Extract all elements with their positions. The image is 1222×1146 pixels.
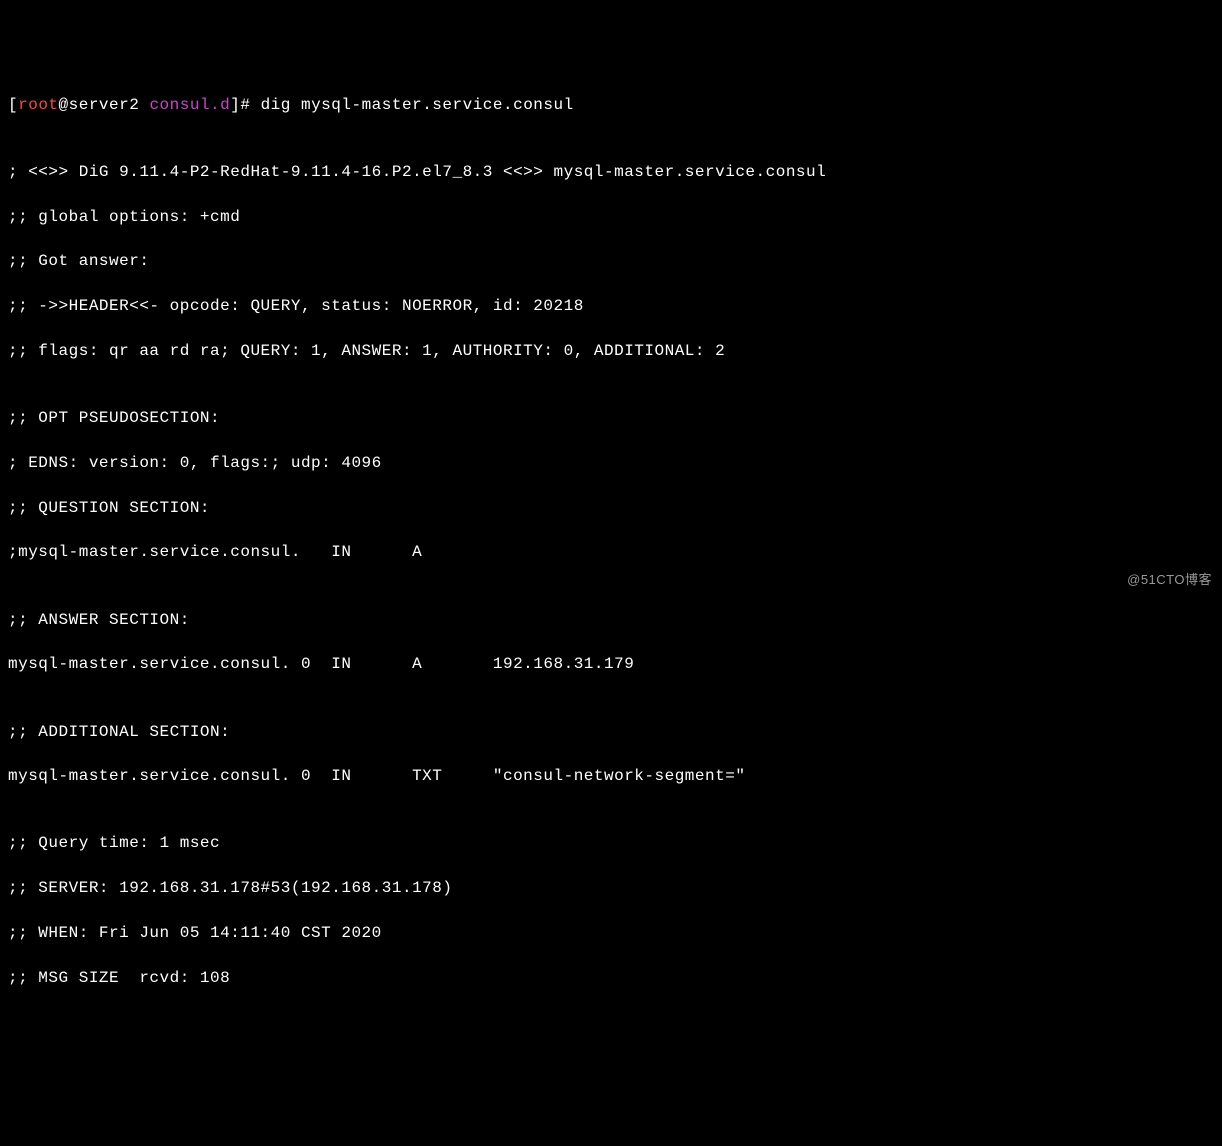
- prompt-open-bracket: [: [8, 96, 18, 114]
- answer-section-header: ;; ANSWER SECTION:: [8, 609, 1214, 631]
- prompt-close-bracket: ]#: [230, 96, 260, 114]
- additional-section-header: ;; ADDITIONAL SECTION:: [8, 721, 1214, 743]
- query-time: ;; Query time: 1 msec: [8, 832, 1214, 854]
- terminal-output: [root@server2 consul.d]# dig mysql-maste…: [8, 94, 1214, 990]
- flags-line: ;; flags: qr aa rd ra; QUERY: 1, ANSWER:…: [8, 340, 1214, 362]
- global-options: ;; global options: +cmd: [8, 206, 1214, 228]
- prompt-host: @server2: [59, 96, 150, 114]
- question-record: ;mysql-master.service.consul. IN A: [8, 541, 1214, 563]
- msg-size: ;; MSG SIZE rcvd: 108: [8, 967, 1214, 989]
- opt-section-header: ;; OPT PSEUDOSECTION:: [8, 407, 1214, 429]
- prompt-dir: consul.d: [149, 96, 230, 114]
- when-line: ;; WHEN: Fri Jun 05 14:11:40 CST 2020: [8, 922, 1214, 944]
- additional-record: mysql-master.service.consul. 0 IN TXT "c…: [8, 765, 1214, 787]
- command-text: dig mysql-master.service.consul: [261, 96, 574, 114]
- got-answer: ;; Got answer:: [8, 250, 1214, 272]
- watermark: @51CTO博客: [1127, 571, 1212, 589]
- prompt-user: root: [18, 96, 58, 114]
- dig-banner: ; <<>> DiG 9.11.4-P2-RedHat-9.11.4-16.P2…: [8, 161, 1214, 183]
- edns-line: ; EDNS: version: 0, flags:; udp: 4096: [8, 452, 1214, 474]
- server-line: ;; SERVER: 192.168.31.178#53(192.168.31.…: [8, 877, 1214, 899]
- header-line: ;; ->>HEADER<<- opcode: QUERY, status: N…: [8, 295, 1214, 317]
- question-section-header: ;; QUESTION SECTION:: [8, 497, 1214, 519]
- prompt-line[interactable]: [root@server2 consul.d]# dig mysql-maste…: [8, 94, 1214, 116]
- answer-record: mysql-master.service.consul. 0 IN A 192.…: [8, 653, 1214, 675]
